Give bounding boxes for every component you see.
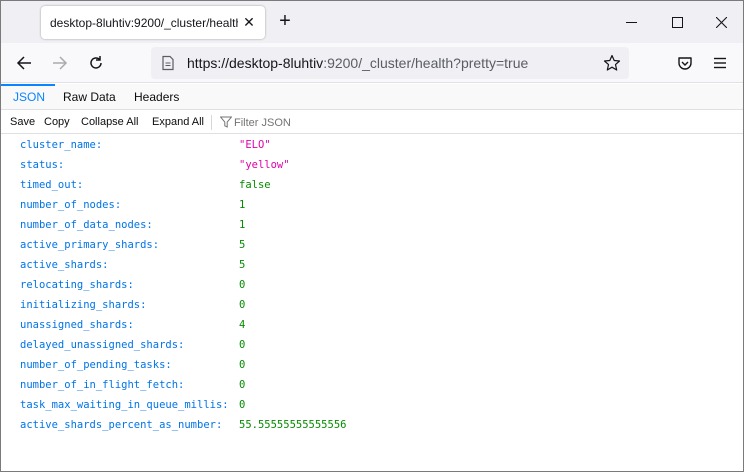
json-key: active_shards_percent_as_number:	[20, 419, 223, 431]
tab-json[interactable]: JSON	[0, 84, 56, 110]
maximize-icon	[671, 16, 683, 28]
json-row[interactable]: number_of_nodes: 1	[1, 195, 743, 215]
json-key: task_max_waiting_in_queue_millis:	[20, 399, 229, 411]
arrow-right-icon	[53, 56, 68, 70]
json-row[interactable]: number_of_in_flight_fetch: 0	[1, 375, 743, 395]
json-key: unassigned_shards:	[20, 319, 134, 331]
page-info-icon	[162, 55, 174, 71]
pocket-button[interactable]	[671, 49, 699, 77]
navigation-bar: https://desktop-8luhtiv:9200/_cluster/he…	[1, 43, 743, 83]
json-row[interactable]: number_of_data_nodes: 1	[1, 215, 743, 235]
url-host: https://desktop-8luhtiv	[187, 55, 324, 71]
funnel-icon	[220, 116, 232, 128]
json-value: 5	[239, 239, 246, 251]
json-row[interactable]: task_max_waiting_in_queue_millis: 0	[1, 395, 743, 415]
json-viewer-tabs: JSON Raw Data Headers	[0, 84, 743, 110]
back-button[interactable]	[10, 49, 38, 77]
new-tab-button[interactable]: +	[273, 10, 297, 34]
json-key: active_primary_shards:	[20, 239, 160, 251]
expand-all-button[interactable]: Expand All	[152, 116, 204, 128]
close-window-button[interactable]	[701, 7, 741, 37]
json-row[interactable]: timed_out: false	[1, 175, 743, 195]
json-key: number_of_data_nodes:	[20, 219, 153, 231]
json-value: 55.55555555555556	[239, 419, 347, 431]
json-row[interactable]: relocating_shards: 0	[1, 275, 743, 295]
json-key: initializing_shards:	[20, 299, 147, 311]
maximize-button[interactable]	[657, 7, 697, 37]
json-row[interactable]: active_shards_percent_as_number: 55.55555…	[1, 415, 743, 435]
url-path: :9200/_cluster/health?pretty=true	[323, 55, 529, 71]
close-icon	[715, 16, 727, 28]
json-toolbar: Save Copy Collapse All Expand All	[1, 111, 743, 134]
save-button[interactable]: Save	[10, 116, 35, 128]
json-row[interactable]: active_shards: 5	[1, 255, 743, 275]
json-row[interactable]: unassigned_shards: 4	[1, 315, 743, 335]
json-row[interactable]: status: "yellow"	[1, 155, 743, 175]
address-bar[interactable]: https://desktop-8luhtiv:9200/_cluster/he…	[151, 47, 629, 79]
json-key: number_of_nodes:	[20, 199, 122, 211]
pocket-icon	[678, 57, 692, 70]
json-value: 1	[239, 199, 246, 211]
hamburger-menu-icon	[714, 57, 726, 69]
json-row[interactable]: number_of_pending_tasks: 0	[1, 355, 743, 375]
browser-tab[interactable]: desktop-8luhtiv:9200/_cluster/health?pre…	[41, 6, 265, 39]
minimize-button[interactable]	[611, 7, 651, 37]
filter-json-input[interactable]	[234, 114, 434, 131]
json-value: false	[239, 179, 271, 191]
json-key: status:	[20, 159, 65, 171]
json-value: 0	[239, 379, 246, 391]
json-value: 0	[239, 339, 246, 351]
tab-title: desktop-8luhtiv:9200/_cluster/health?pre…	[50, 15, 238, 30]
json-key: cluster_name:	[20, 139, 103, 151]
tab-headers[interactable]: Headers	[132, 84, 181, 110]
tab-strip: desktop-8luhtiv:9200/_cluster/health?pre…	[1, 1, 743, 43]
json-key: number_of_in_flight_fetch:	[20, 379, 185, 391]
reload-icon	[90, 56, 102, 69]
collapse-all-button[interactable]: Collapse All	[81, 116, 138, 128]
reload-button[interactable]	[82, 49, 110, 77]
forward-button[interactable]	[46, 49, 74, 77]
json-key: active_shards:	[20, 259, 109, 271]
url-text[interactable]: https://desktop-8luhtiv:9200/_cluster/he…	[187, 55, 528, 71]
json-value: 0	[239, 279, 246, 291]
json-value: 5	[239, 259, 246, 271]
toolbar-divider	[211, 115, 212, 130]
json-value: 0	[239, 399, 246, 411]
json-value: "yellow"	[239, 159, 290, 171]
json-value: 1	[239, 219, 246, 231]
json-key: delayed_unassigned_shards:	[20, 339, 185, 351]
tab-raw-data[interactable]: Raw Data	[61, 84, 118, 110]
json-key: relocating_shards:	[20, 279, 134, 291]
minimize-icon	[625, 21, 637, 23]
arrow-left-icon	[16, 56, 31, 70]
json-value: 0	[239, 359, 246, 371]
json-value: 4	[239, 319, 246, 331]
browser-window: desktop-8luhtiv:9200/_cluster/health?pre…	[0, 0, 744, 472]
star-icon[interactable]	[603, 54, 621, 72]
json-row[interactable]: active_primary_shards: 5	[1, 235, 743, 255]
json-key: number_of_pending_tasks:	[20, 359, 172, 371]
json-row[interactable]: initializing_shards: 0	[1, 295, 743, 315]
tab-close-icon[interactable]: ✕	[241, 14, 257, 30]
json-row[interactable]: cluster_name: "ELO"	[1, 135, 743, 155]
json-value: "ELO"	[239, 139, 271, 151]
app-menu-button[interactable]	[706, 49, 734, 77]
copy-button[interactable]: Copy	[44, 116, 70, 128]
json-row[interactable]: delayed_unassigned_shards: 0	[1, 335, 743, 355]
json-tree: cluster_name: "ELO" status: "yellow" timed_o…	[1, 135, 743, 435]
json-key: timed_out:	[20, 179, 84, 191]
json-value: 0	[239, 299, 246, 311]
